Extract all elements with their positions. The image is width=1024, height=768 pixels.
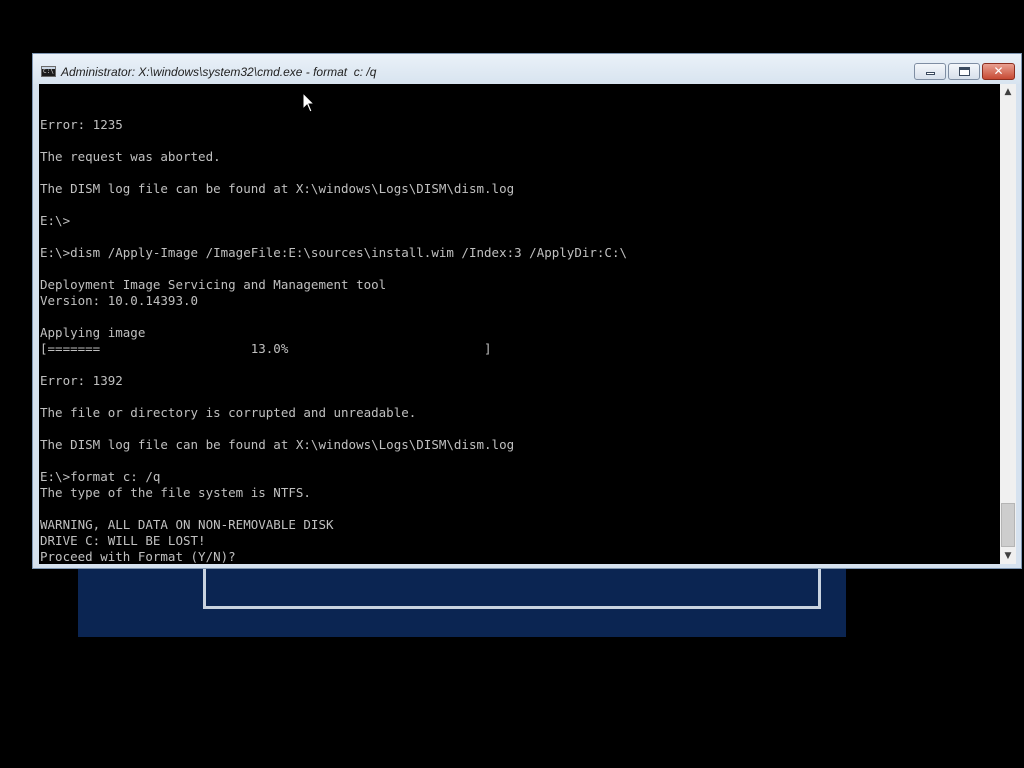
maximize-button[interactable] — [948, 63, 980, 80]
scroll-thumb[interactable] — [1001, 503, 1015, 547]
console-lines: Error: 1235 The request was aborted. The D… — [40, 117, 627, 564]
console-line: Applying image — [40, 325, 146, 340]
cmd-icon-text: C:\ — [43, 68, 54, 75]
console-line: E:\> — [40, 213, 71, 228]
minimize-icon — [926, 72, 935, 75]
console-line: The DISM log file can be found at X:\win… — [40, 181, 515, 196]
console-output[interactable]: Error: 1235 The request was aborted. The D… — [39, 84, 1000, 564]
vertical-scrollbar[interactable]: ▲ ▼ — [1000, 84, 1016, 564]
console-line: Error: 1235 — [40, 117, 123, 132]
maximize-icon — [959, 67, 970, 76]
console-line: The DISM log file can be found at X:\win… — [40, 437, 515, 452]
close-icon: ✕ — [993, 64, 1004, 78]
desktop-screen: C:\ Administrator: X:\windows\system32\c… — [0, 0, 1024, 768]
console-line: The request was aborted. — [40, 149, 221, 164]
console-line: E:\>dism /Apply-Image /ImageFile:E:\sour… — [40, 245, 627, 260]
console-line: [======= 13.0% ] — [40, 341, 492, 356]
console-line: Error: 1392 — [40, 373, 123, 388]
mouse-pointer-icon — [302, 92, 316, 113]
console-line: Proceed with Format (Y/N)? — [40, 549, 236, 564]
title-bar[interactable]: C:\ Administrator: X:\windows\system32\c… — [33, 54, 1021, 84]
console-line: The file or directory is corrupted and u… — [40, 405, 417, 420]
cmd-window[interactable]: C:\ Administrator: X:\windows\system32\c… — [32, 53, 1022, 569]
console-line: E:\>format c: /q — [40, 469, 161, 484]
console-line: WARNING, ALL DATA ON NON-REMOVABLE DISK — [40, 517, 334, 532]
cmd-icon[interactable]: C:\ — [41, 66, 56, 77]
scroll-down-icon[interactable]: ▼ — [1000, 548, 1016, 564]
console-line: Version: 10.0.14393.0 — [40, 293, 199, 308]
window-title: Administrator: X:\windows\system32\cmd.e… — [61, 65, 377, 79]
console-line: DRIVE C: WILL BE LOST! — [40, 533, 206, 548]
console-line: The type of the file system is NTFS. — [40, 485, 311, 500]
close-button[interactable]: ✕ — [982, 63, 1015, 80]
scroll-up-icon[interactable]: ▲ — [1000, 84, 1016, 100]
minimize-button[interactable] — [914, 63, 946, 80]
console-line: Deployment Image Servicing and Managemen… — [40, 277, 387, 292]
